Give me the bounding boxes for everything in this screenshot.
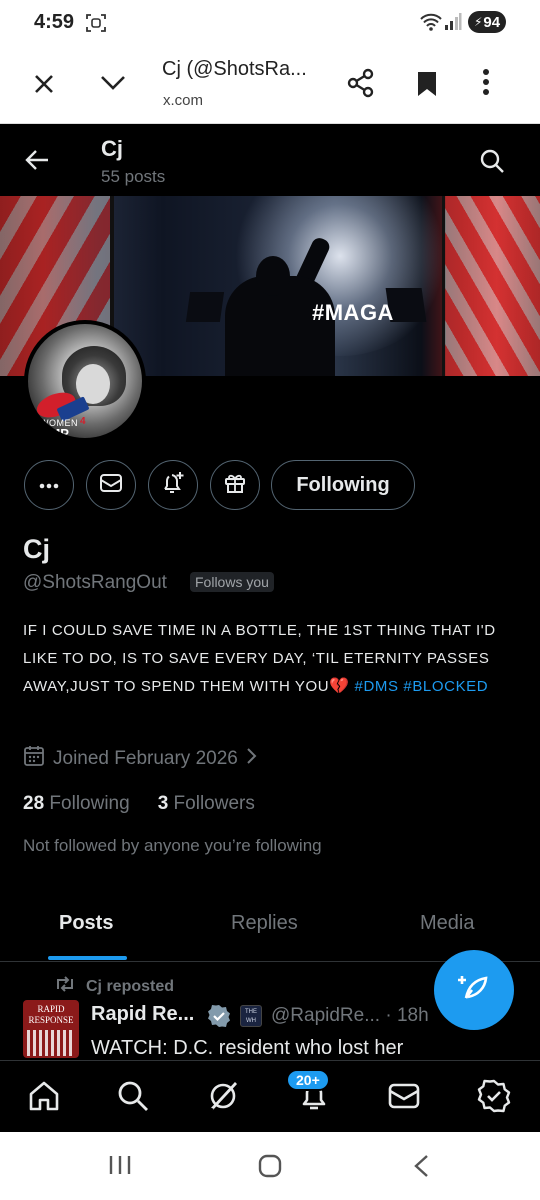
more-vertical-icon[interactable] <box>482 68 490 101</box>
messages-icon[interactable] <box>387 1079 421 1118</box>
chevron-right-icon <box>246 747 258 771</box>
profile-actions: Following <box>0 460 540 510</box>
bookmark-icon[interactable] <box>416 70 438 103</box>
avatar-logo: WOMEN 4 UMP <box>28 387 128 441</box>
repost-indicator: Cj reposted <box>54 975 174 998</box>
tweet-author-name[interactable]: Rapid Re... <box>91 1003 194 1026</box>
gift-button[interactable] <box>210 460 260 510</box>
avatar-text: RESPONSE <box>28 1015 74 1025</box>
following-count: 28 <box>23 793 45 814</box>
flag-right <box>445 196 540 376</box>
header-name: Cj <box>101 136 123 161</box>
battery-level: 94 <box>483 13 501 31</box>
notifications-button[interactable] <box>148 460 198 510</box>
close-icon[interactable] <box>32 72 56 101</box>
gift-icon <box>223 471 247 500</box>
signal-icon <box>444 12 462 37</box>
profile-header: Cj 55 posts <box>0 124 540 196</box>
charging-icon: ⚡ <box>473 15 483 29</box>
screenshot-icon <box>86 14 106 37</box>
affiliate-badge: THE WH <box>240 1005 262 1027</box>
following-label: Following <box>49 793 130 814</box>
profile-bio: IF I COULD SAVE TIME IN A BOTTLE, THE 1S… <box>23 617 523 701</box>
page-url: x.com <box>163 92 204 109</box>
header-post-count: 55 posts <box>101 167 166 186</box>
repost-icon <box>54 975 76 998</box>
joined-date[interactable]: Joined February 2026 <box>23 745 258 773</box>
notification-count-badge: 20+ <box>286 1069 330 1091</box>
following-count-link[interactable]: 28 Following <box>23 793 130 815</box>
active-tab-indicator <box>48 956 127 960</box>
followers-count-link[interactable]: 3 Followers <box>158 793 255 815</box>
banner-hashtag: #MAGA <box>312 300 394 325</box>
followers-count: 3 <box>157 793 169 814</box>
broken-heart-emoji: 💔 <box>329 678 350 695</box>
joined-text: Joined February 2026 <box>53 748 238 769</box>
bottom-navigation: 20+ <box>0 1060 540 1132</box>
more-options-button[interactable] <box>24 460 74 510</box>
message-button[interactable] <box>86 460 136 510</box>
follows-you-badge: Follows you <box>190 572 274 592</box>
recent-apps-icon[interactable] <box>108 1154 132 1181</box>
battery-indicator: ⚡ 94 <box>468 11 506 33</box>
followers-label: Followers <box>173 793 255 814</box>
follow-stats: 28 Following 3 Followers <box>23 793 255 815</box>
avatar-logo-text: UMP <box>40 426 69 441</box>
grok-icon[interactable] <box>206 1079 240 1118</box>
verified-badge-icon <box>207 1004 231 1033</box>
tab-media[interactable]: Media <box>420 912 474 935</box>
tweet-text: WATCH: D.C. resident who lost her <box>91 1037 404 1059</box>
back-icon[interactable] <box>412 1154 430 1183</box>
podium <box>185 292 225 322</box>
tweet-author-avatar[interactable]: RAPID RESPONSE <box>23 1000 79 1058</box>
chevron-down-icon[interactable] <box>100 74 126 97</box>
avatar[interactable]: WOMEN 4 UMP <box>24 320 146 442</box>
share-icon[interactable] <box>346 68 376 103</box>
figure-head <box>256 256 290 296</box>
page-title: Cj (@ShotsRa... <box>162 58 307 80</box>
tab-replies[interactable]: Replies <box>231 912 298 935</box>
verified-icon[interactable] <box>477 1079 511 1118</box>
bio-hashtag-link[interactable]: #DMS <box>355 678 399 695</box>
more-horizontal-icon <box>39 476 59 494</box>
compose-feather-icon <box>456 970 492 1011</box>
avatar-text: RAPID <box>37 1004 65 1014</box>
not-followed-notice: Not followed by anyone you’re following <box>23 836 322 855</box>
home-icon[interactable] <box>27 1079 61 1118</box>
profile-name: Cj <box>23 534 50 564</box>
browser-toolbar: Cj (@ShotsRa... x.com <box>0 46 540 124</box>
search-icon[interactable] <box>479 148 505 179</box>
home-button-icon[interactable] <box>258 1154 282 1183</box>
status-bar: 4:59 ⚡ 94 <box>0 0 540 46</box>
message-icon <box>99 472 123 499</box>
wifi-icon <box>420 12 442 37</box>
notification-add-icon <box>160 470 186 501</box>
tab-posts[interactable]: Posts <box>59 912 113 935</box>
following-button[interactable]: Following <box>271 460 415 510</box>
bio-hashtag-link[interactable]: #BLOCKED <box>403 678 488 695</box>
tweet-handle-time: @RapidRe... · 18h <box>271 1005 429 1026</box>
profile-handle: @ShotsRangOut <box>23 572 167 593</box>
system-navigation <box>0 1132 540 1200</box>
repost-label: Cj reposted <box>86 977 175 995</box>
profile-tabs: Posts Replies Media <box>0 884 540 962</box>
compose-post-button[interactable] <box>434 950 514 1030</box>
status-time: 4:59 <box>34 11 75 33</box>
avatar-building <box>27 1030 75 1056</box>
search-icon[interactable] <box>116 1079 150 1118</box>
back-arrow-icon[interactable] <box>24 148 50 177</box>
calendar-icon <box>23 745 45 773</box>
avatar-logo-number: 4 <box>80 416 86 427</box>
